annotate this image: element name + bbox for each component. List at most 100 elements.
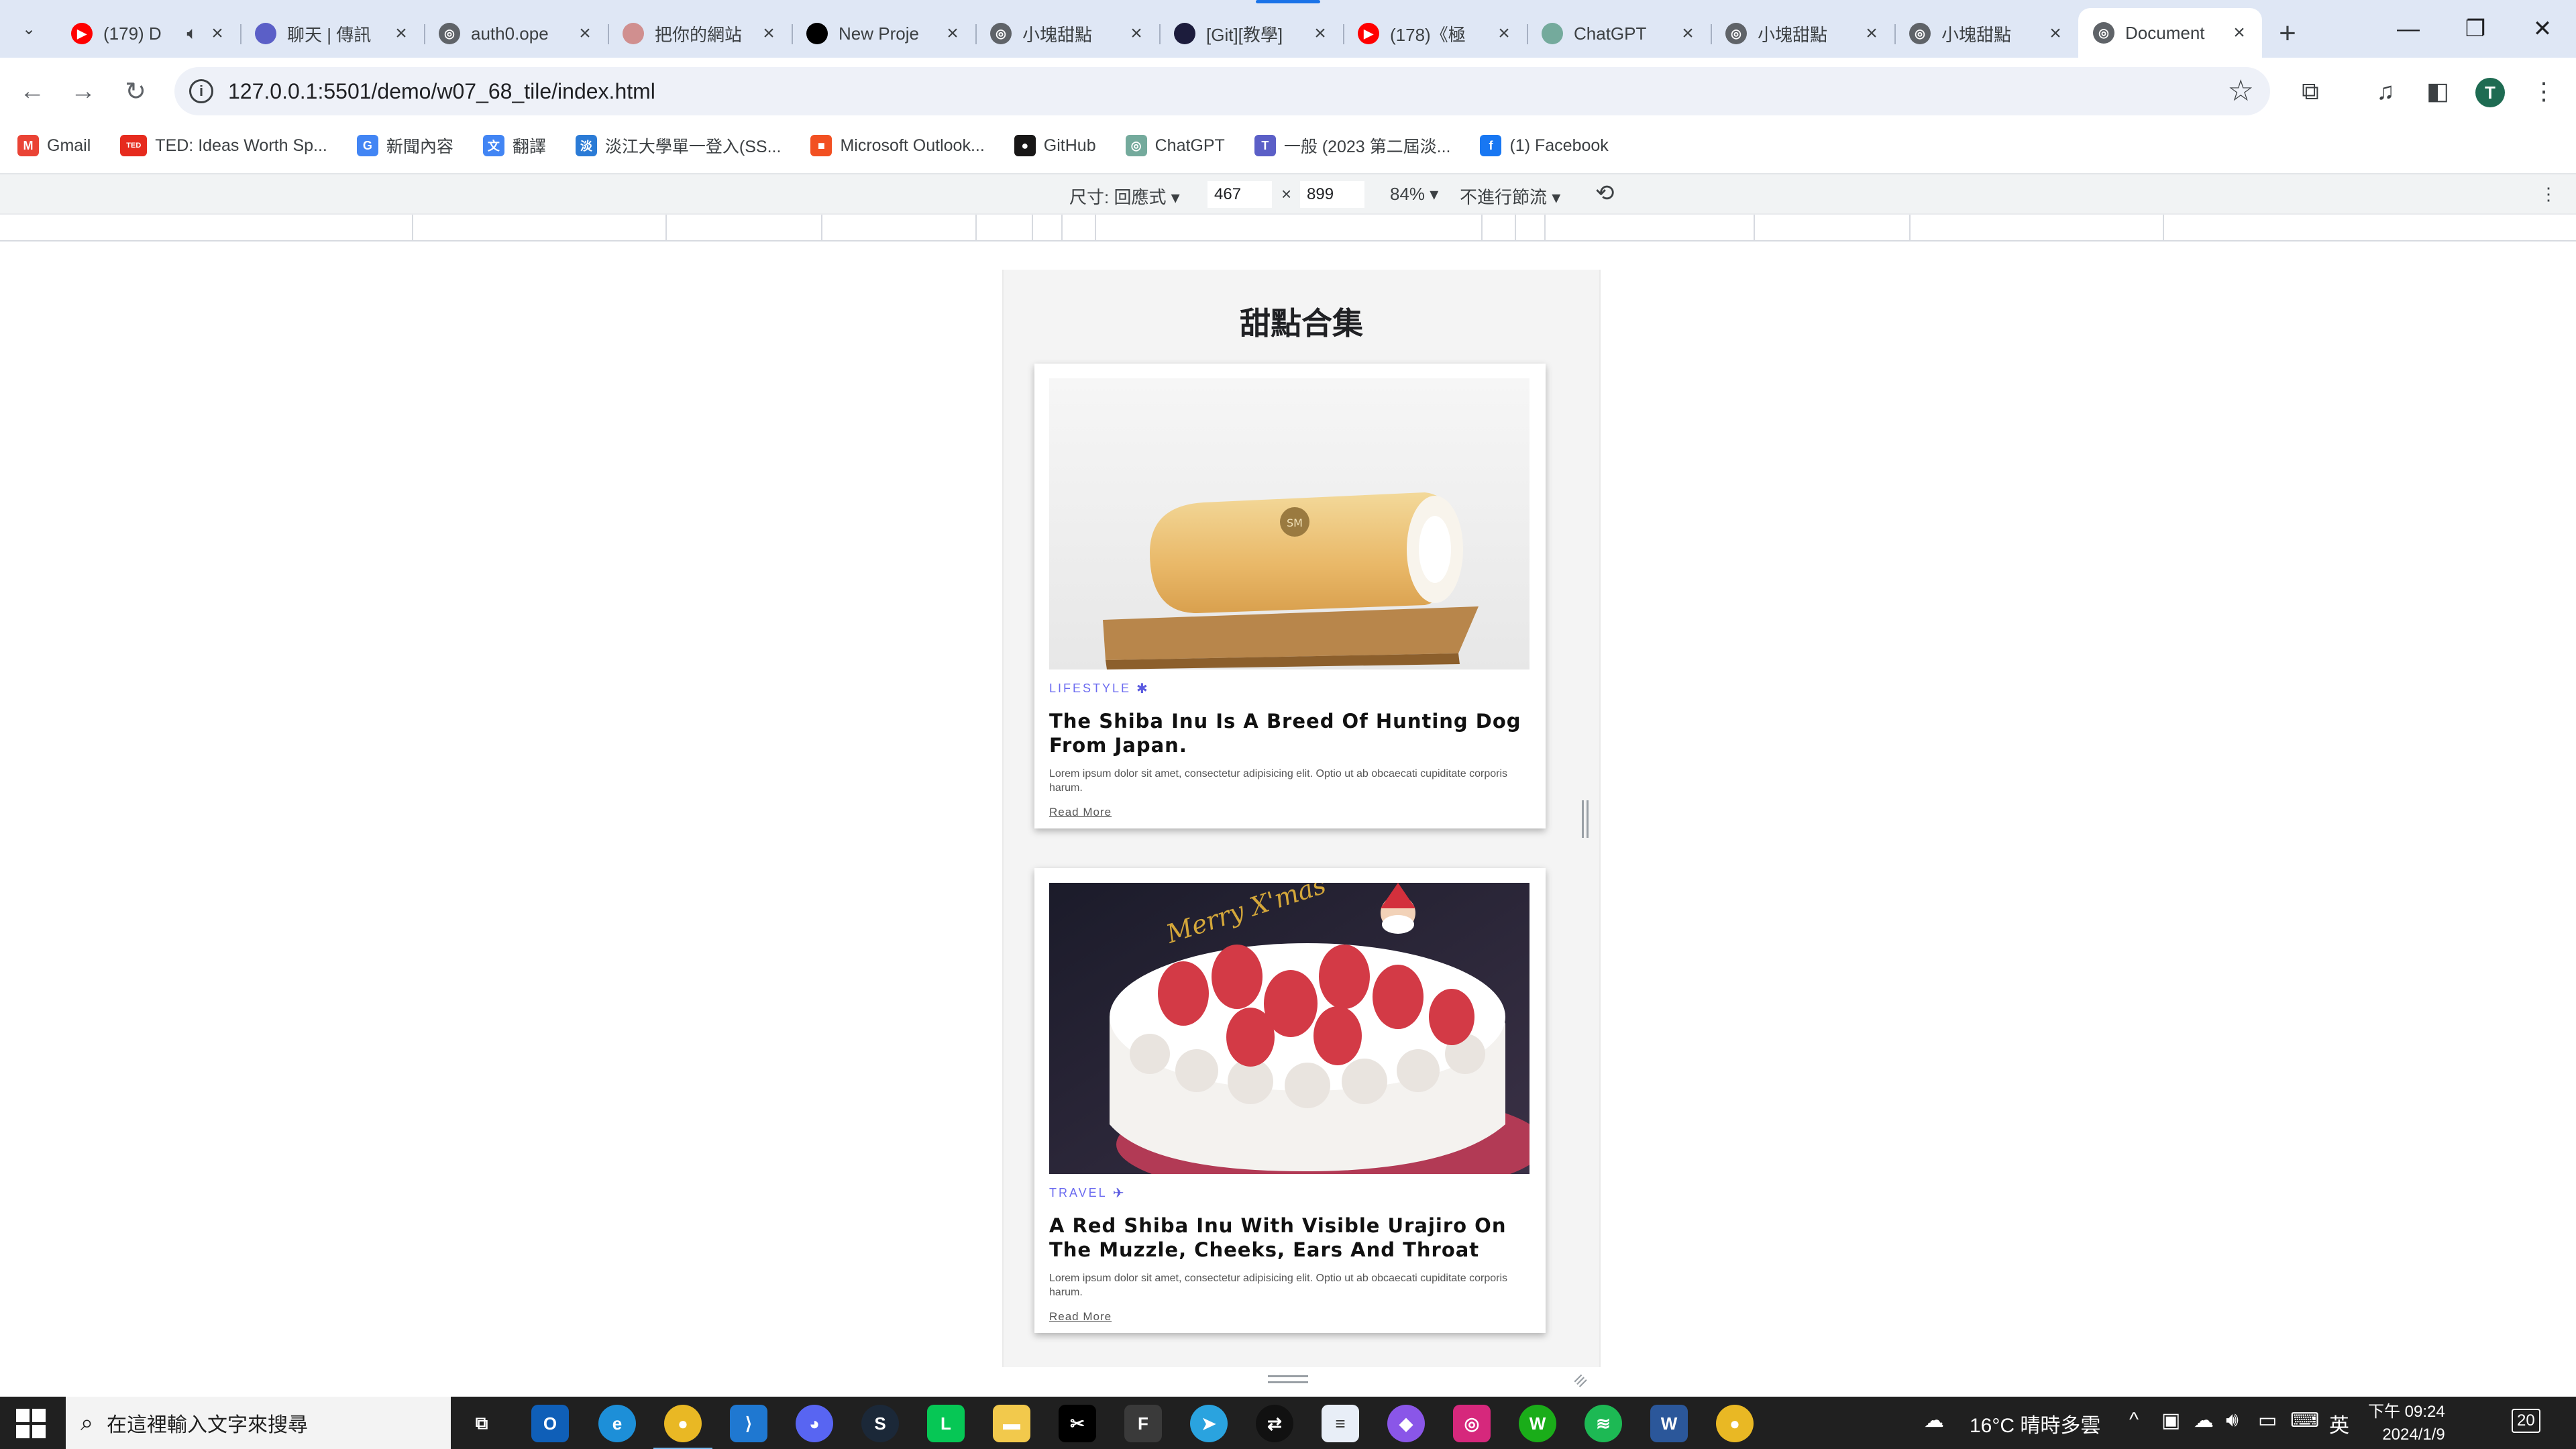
spotify-icon[interactable]: ≋ [1585, 1405, 1622, 1442]
side-panel-icon[interactable]: ◧ [2420, 74, 2455, 109]
line-icon[interactable]: L [927, 1405, 965, 1442]
bookmark-item[interactable]: ● GitHub [1014, 135, 1096, 156]
viewport-resize-handle[interactable] [1582, 800, 1589, 838]
onedrive-icon[interactable]: ☁ [2194, 1409, 2214, 1432]
instagram-icon[interactable]: ◎ [1453, 1405, 1491, 1442]
width-input[interactable]: 467 [1208, 181, 1272, 208]
bookmark-item[interactable]: M Gmail [17, 135, 91, 156]
tab[interactable]: 把你的網站 × [608, 12, 792, 55]
close-window-button[interactable]: ✕ [2509, 0, 2576, 58]
network-icon[interactable]: ▭ [2258, 1409, 2277, 1432]
bookmark-item[interactable]: G 新聞內容 [356, 133, 453, 158]
tab[interactable]: ◎ auth0.ope × [424, 12, 608, 55]
bookmark-item[interactable]: 文翻譯 [482, 133, 546, 158]
zoom-dropdown[interactable]: 84% ▾ [1390, 184, 1438, 205]
reload-button[interactable]: ↻ [117, 72, 154, 110]
word-icon[interactable]: W [1650, 1405, 1688, 1442]
media-control-icon[interactable]: ♫ [2368, 74, 2403, 109]
steam-icon[interactable]: S [861, 1405, 899, 1442]
bookmark-item[interactable]: TED TED: Ideas Worth Sp... [120, 135, 327, 156]
teamviewer-icon[interactable]: ⇄ [1256, 1405, 1293, 1442]
bookmark-star-icon[interactable]: ☆ [2228, 74, 2254, 108]
volume-icon[interactable]: 🔊︎ [2226, 1409, 2239, 1432]
restore-button[interactable]: ❐ [2442, 0, 2509, 58]
read-more-link[interactable]: Read More [1049, 1310, 1112, 1333]
figma-icon[interactable]: F [1124, 1405, 1162, 1442]
close-icon[interactable]: × [205, 21, 229, 46]
tab[interactable]: ◎ 小塊甜點 × [975, 12, 1159, 55]
capcut-icon[interactable]: ✂ [1059, 1405, 1096, 1442]
card-title: A Red Shiba Inu With Visible Urajiro On … [1049, 1214, 1507, 1261]
close-icon[interactable]: × [1676, 21, 1700, 46]
close-icon[interactable]: × [2227, 21, 2251, 45]
site-info-icon[interactable]: i [189, 79, 213, 103]
tab-search-button[interactable]: ⌄ [9, 13, 48, 44]
tab[interactable]: ChatGPT × [1527, 12, 1711, 55]
address-bar[interactable]: i 127.0.0.1:5501/demo/w07_68_tile/index.… [174, 67, 2270, 115]
extensions-icon[interactable]: ⧉ [2293, 74, 2328, 109]
tab[interactable]: New Proje × [792, 12, 975, 55]
close-icon[interactable]: × [2043, 21, 2068, 46]
bookmark-item[interactable]: f (1) Facebook [1480, 135, 1609, 156]
weather-text[interactable]: 16°C 晴時多雲 [1970, 1409, 2100, 1438]
tab-strip: ⌄ ▶ (179) D 🔈︎ × 聊天 | 傳訊 × ◎ auth0.ope × 把你的網站 × Ne… [0, 0, 2576, 58]
bookmark-item[interactable]: 淡淡江大學單一登入(SS... [575, 133, 781, 158]
file-explorer-icon[interactable]: ▬ [993, 1405, 1030, 1442]
devtools-more-icon[interactable]: ⋮ [2540, 184, 2557, 205]
height-input[interactable]: 899 [1300, 181, 1364, 208]
close-icon[interactable]: × [1860, 21, 1884, 46]
rotate-icon[interactable]: ⟲ [1595, 180, 1615, 207]
close-icon[interactable]: × [941, 21, 965, 46]
discord-icon[interactable]: ◕ [796, 1405, 833, 1442]
tab[interactable]: ◎ Document × [2078, 8, 2262, 58]
tab[interactable]: ▶ (179) D 🔈︎ × [56, 12, 240, 55]
start-button[interactable] [16, 1409, 46, 1438]
tab[interactable]: ◎ 小塊甜點 × [1711, 12, 1894, 55]
viewport-bottom-handle[interactable] [1268, 1375, 1308, 1383]
tab-title: 小塊甜點 [1022, 24, 1093, 45]
tab[interactable]: ◎ 小塊甜點 × [1894, 12, 2078, 55]
forward-button[interactable]: → [64, 72, 102, 110]
edge-icon[interactable]: e [598, 1405, 636, 1442]
telegram-icon[interactable]: ➤ [1190, 1405, 1228, 1442]
profile-avatar[interactable]: T [2475, 78, 2505, 107]
close-icon[interactable]: × [389, 21, 413, 46]
minimize-button[interactable]: — [2375, 0, 2442, 58]
system-clock[interactable]: 下午 09:24 2024/1/9 [2368, 1401, 2445, 1446]
weather-icon[interactable]: ☁ [1924, 1409, 1944, 1432]
meet-now-icon[interactable]: ▣ [2161, 1409, 2180, 1432]
menu-kebab-icon[interactable]: ⋮ [2526, 74, 2561, 109]
bookmark-item[interactable]: T 一般 (2023 第二屆淡... [1254, 133, 1450, 158]
tab[interactable]: [Git][教學] × [1159, 12, 1343, 55]
close-icon[interactable]: × [1492, 21, 1516, 46]
task-view-icon[interactable]: ⧉ [463, 1405, 500, 1442]
close-icon[interactable]: × [757, 21, 781, 46]
speaker-icon[interactable]: 🔈︎ [186, 23, 197, 44]
tray-chevron-icon[interactable]: ^ [2129, 1409, 2139, 1432]
new-tab-button[interactable]: + [2267, 13, 2308, 54]
bookmark-item[interactable]: ■ Microsoft Outlook... [810, 135, 985, 156]
ime-indicator[interactable]: 英 [2329, 1409, 2349, 1438]
close-icon[interactable]: × [573, 21, 597, 46]
keyboard-icon[interactable]: ⌨ [2290, 1409, 2319, 1432]
notification-center[interactable]: 20 [2512, 1409, 2540, 1433]
notepad-icon[interactable]: ≡ [1322, 1405, 1359, 1442]
dimensions-dropdown[interactable]: 尺寸: 回應式 ▾ [1069, 184, 1180, 209]
tab[interactable]: ▶ (178)《極 × [1343, 12, 1527, 55]
close-icon[interactable]: × [1124, 21, 1148, 46]
url-text[interactable]: 127.0.0.1:5501/demo/w07_68_tile/index.ht… [228, 79, 655, 104]
chrome-icon-2[interactable]: ● [1716, 1405, 1754, 1442]
tab[interactable]: 聊天 | 傳訊 × [240, 12, 424, 55]
bookmark-item[interactable]: ◎ ChatGPT [1125, 135, 1225, 156]
droplet-icon[interactable]: ◆ [1387, 1405, 1425, 1442]
read-more-link[interactable]: Read More [1049, 806, 1112, 828]
github-icon: ● [1014, 135, 1036, 156]
close-icon[interactable]: × [1308, 21, 1332, 46]
back-button[interactable]: ← [13, 72, 51, 110]
chrome-icon[interactable]: ● [653, 1405, 712, 1449]
taskbar-search[interactable]: ⌕ 在這裡輸入文字來搜尋 [66, 1397, 451, 1449]
throttle-dropdown[interactable]: 不進行節流 ▾ [1460, 184, 1560, 209]
wechat-icon[interactable]: W [1519, 1405, 1556, 1442]
vscode-icon[interactable]: ⟩ [730, 1405, 767, 1442]
outlook-icon[interactable]: O [531, 1405, 569, 1442]
